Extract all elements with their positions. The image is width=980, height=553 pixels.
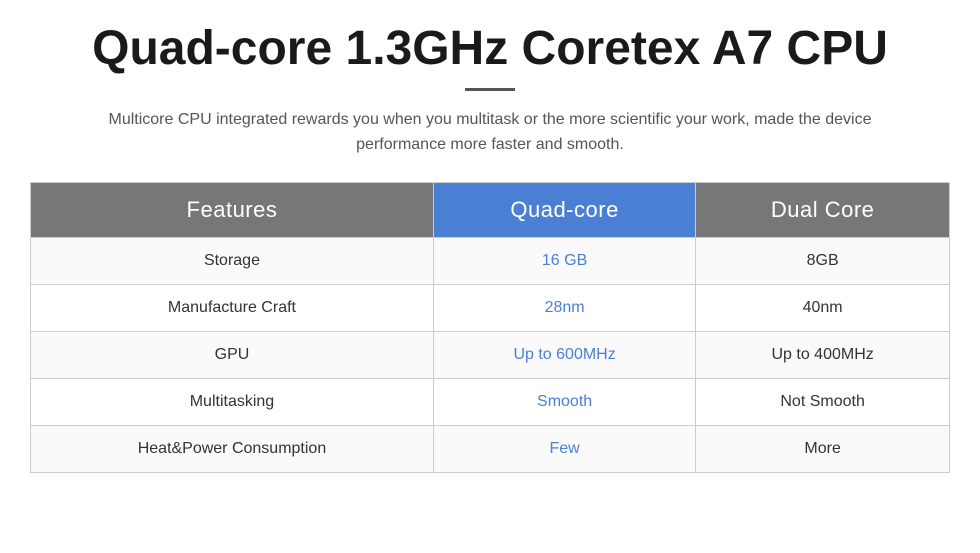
table-header-row: Features Quad-core Dual Core	[31, 182, 950, 237]
cell-dual-value: 8GB	[696, 237, 950, 284]
cell-feature: GPU	[31, 331, 434, 378]
col-header-dual: Dual Core	[696, 182, 950, 237]
cell-quad-value: Smooth	[433, 378, 695, 425]
table-row: GPUUp to 600MHzUp to 400MHz	[31, 331, 950, 378]
table-row: MultitaskingSmoothNot Smooth	[31, 378, 950, 425]
cell-quad-value: Up to 600MHz	[433, 331, 695, 378]
cell-dual-value: Not Smooth	[696, 378, 950, 425]
cell-feature: Heat&Power Consumption	[31, 425, 434, 472]
cell-dual-value: More	[696, 425, 950, 472]
subtitle: Multicore CPU integrated rewards you whe…	[80, 107, 900, 158]
comparison-table: Features Quad-core Dual Core Storage16 G…	[30, 182, 950, 473]
cell-feature: Storage	[31, 237, 434, 284]
table-row: Heat&Power ConsumptionFewMore	[31, 425, 950, 472]
cell-dual-value: Up to 400MHz	[696, 331, 950, 378]
page-title: Quad-core 1.3GHz Coretex A7 CPU	[92, 20, 888, 78]
cell-feature: Manufacture Craft	[31, 284, 434, 331]
cell-quad-value: 28nm	[433, 284, 695, 331]
col-header-quad: Quad-core	[433, 182, 695, 237]
table-row: Storage16 GB8GB	[31, 237, 950, 284]
cell-dual-value: 40nm	[696, 284, 950, 331]
title-divider	[465, 88, 515, 91]
col-header-features: Features	[31, 182, 434, 237]
cell-quad-value: 16 GB	[433, 237, 695, 284]
table-row: Manufacture Craft28nm40nm	[31, 284, 950, 331]
cell-feature: Multitasking	[31, 378, 434, 425]
cell-quad-value: Few	[433, 425, 695, 472]
